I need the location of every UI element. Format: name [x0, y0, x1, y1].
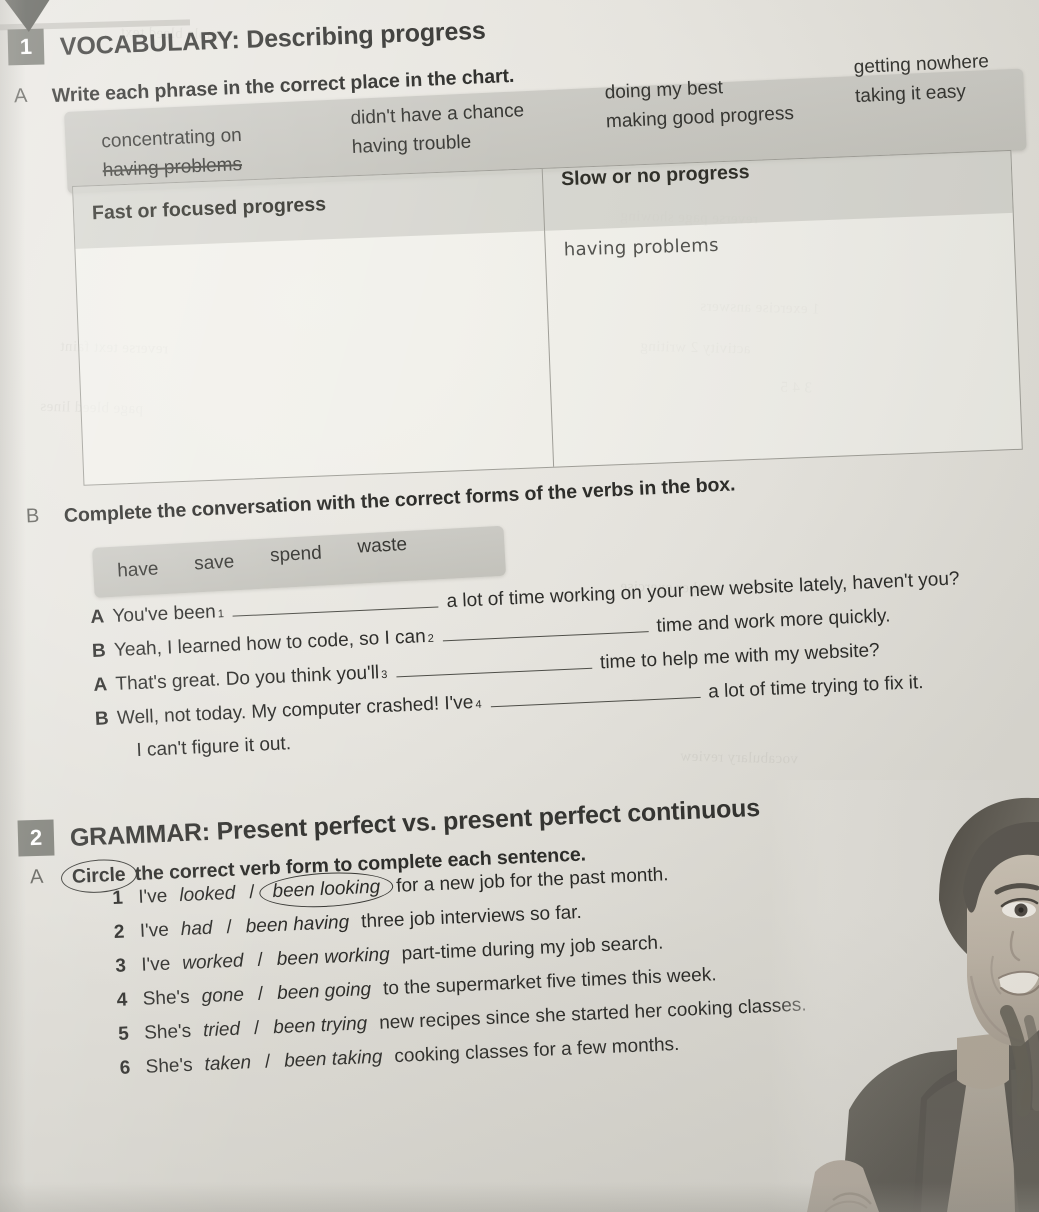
line-2-after: time and work more quickly.: [656, 605, 891, 637]
line-4-after: a lot of time trying to fix it.: [707, 672, 924, 703]
item-2-option-a[interactable]: had: [180, 918, 213, 941]
ghost-text: vocabulary review: [679, 748, 799, 768]
line-4-before: Well, not today. My computer crashed! I'…: [116, 692, 474, 729]
task-1a: A Write each phrase in the correct place…: [13, 65, 515, 108]
section-2-header: 2 GRAMMAR: Present perfect vs. present p…: [17, 793, 761, 857]
item-2-after: three job interviews so far.: [360, 901, 583, 933]
line-4-blank-number: 4: [475, 698, 482, 711]
item-number: 6: [119, 1057, 131, 1079]
task-1b: B Complete the conversation with the cor…: [25, 473, 736, 528]
circled-word-circle: Circle: [67, 863, 130, 889]
answer-blank-1[interactable]: [232, 590, 439, 617]
speaker-label: B: [91, 640, 107, 662]
item-6-after: cooking classes for a few months.: [393, 1033, 680, 1068]
speaker-label: B: [94, 708, 110, 730]
option-separator: /: [257, 949, 264, 971]
item-4-option-a[interactable]: gone: [201, 984, 244, 1008]
line-3-before: That's great. Do you think you'll: [115, 662, 380, 695]
verb-save[interactable]: save: [194, 551, 235, 575]
verb-bank: have save spend waste: [92, 526, 506, 598]
section-1-header: 1 VOCABULARY: Describing progress: [7, 16, 486, 66]
verb-waste[interactable]: waste: [357, 534, 408, 559]
chart-header-fast-label: Fast or focused progress: [91, 193, 327, 225]
verb-have[interactable]: have: [117, 558, 159, 582]
task-1b-letter: B: [25, 504, 40, 528]
line-3-after: time to help me with my website?: [599, 639, 881, 674]
page-left-edge: [0, 0, 26, 1212]
verb-spend[interactable]: spend: [269, 543, 322, 568]
line-2-blank-number: 2: [427, 632, 435, 645]
task-2a: A Circle the correct verb form to comple…: [29, 843, 587, 889]
item-3-before: I've: [140, 953, 171, 976]
item-6-option-b[interactable]: been taking: [284, 1047, 383, 1073]
answer-blank-4[interactable]: [489, 680, 701, 708]
task-1a-instruction: Write each phrase in the correct place i…: [51, 64, 515, 107]
item-3-after: part-time during my job search.: [401, 932, 664, 965]
item-1-before: I've: [137, 885, 168, 908]
item-6-before: She's: [145, 1054, 194, 1078]
workbook-page: sample bleed text reverse page showing 1…: [0, 0, 1039, 1212]
option-separator: /: [253, 1017, 260, 1040]
item-6-option-a[interactable]: taken: [204, 1052, 251, 1076]
item-5-option-a[interactable]: tried: [203, 1019, 241, 1043]
item-3-option-a[interactable]: worked: [182, 950, 244, 975]
section-2-title: GRAMMAR: Present perfect vs. present per…: [69, 793, 761, 852]
section-2-number-badge: 2: [17, 819, 55, 857]
line-2-before: Yeah, I learned how to code, so I can: [113, 626, 427, 661]
chart-cell-slow[interactable]: having problems: [544, 212, 1022, 467]
speaker-label: A: [90, 606, 105, 628]
chart-cell-fast[interactable]: [75, 231, 553, 485]
item-5-before: She's: [143, 1020, 192, 1044]
item-2-before: I've: [139, 919, 170, 942]
item-3-option-b[interactable]: been working: [276, 944, 390, 971]
conversation-exercise: A You've been 1 a lot of time working on…: [90, 563, 1039, 764]
line-1-before: You've been: [112, 601, 217, 627]
option-separator: /: [257, 983, 264, 1005]
item-number: 4: [116, 989, 128, 1011]
item-2-option-b[interactable]: been having: [245, 912, 349, 938]
item-5-option-b[interactable]: been trying: [273, 1013, 368, 1039]
person-photo: [771, 780, 1039, 1212]
option-separator: /: [264, 1051, 271, 1073]
item-4-before: She's: [142, 986, 191, 1010]
speaker-label: A: [93, 674, 108, 696]
item-4-option-b[interactable]: been going: [277, 979, 372, 1005]
item-number: 1: [112, 887, 124, 909]
item-4-after: to the supermarket five times this week.: [382, 964, 717, 1000]
progress-chart-table: Fast or focused progress Slow or no prog…: [72, 149, 1023, 486]
task-1a-letter: A: [13, 84, 28, 108]
chart-answer-slow: having problems: [563, 234, 720, 261]
task-2a-letter: A: [29, 865, 44, 889]
item-number: 3: [114, 955, 127, 977]
phrase-taking-it-easy[interactable]: taking it easy: [854, 74, 1024, 111]
progress-chart: Fast or focused progress Slow or no prog…: [72, 149, 1023, 486]
item-5-after: new recipes since she started her cookin…: [378, 994, 808, 1034]
phrase-column-1: concentrating on having problems: [101, 116, 353, 185]
line-1-blank-number: 1: [217, 608, 225, 621]
answer-blank-2[interactable]: [442, 615, 649, 642]
phrase-column-4: getting nowhere taking it easy: [853, 45, 1026, 151]
option-separator: /: [226, 916, 233, 939]
item-number: 5: [117, 1023, 130, 1045]
answer-blank-3[interactable]: [395, 651, 593, 678]
line-3-blank-number: 3: [380, 668, 388, 682]
section-1-number-badge: 1: [7, 28, 45, 66]
item-number: 2: [113, 921, 125, 943]
phrase-column-3: doing my best making good progress: [604, 67, 858, 162]
